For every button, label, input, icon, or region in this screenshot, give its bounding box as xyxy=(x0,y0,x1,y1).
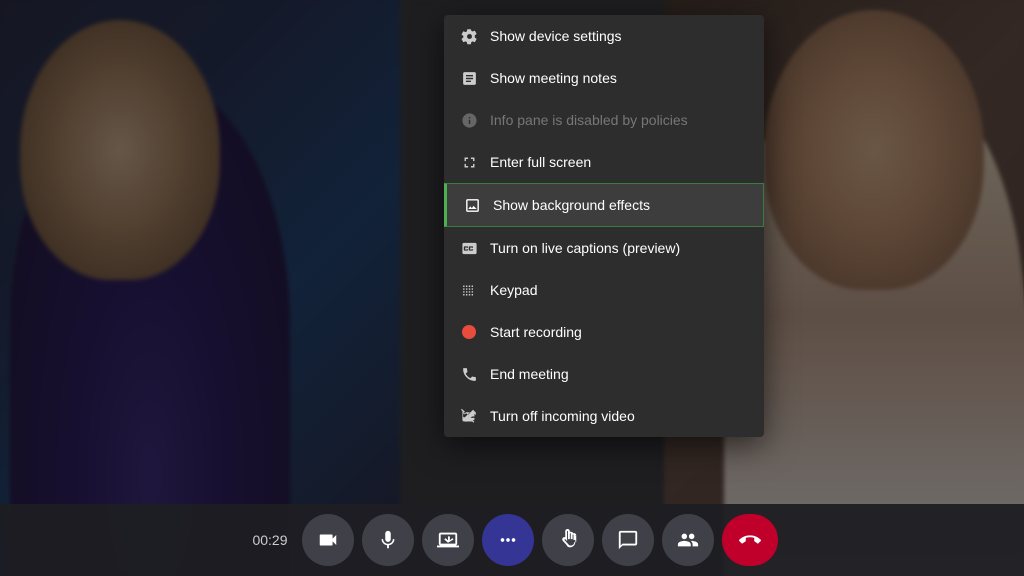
menu-label-end-meeting: End meeting xyxy=(490,366,569,382)
menu-item-turn-off-incoming-video[interactable]: Turn off incoming video xyxy=(444,395,764,437)
menu-label-info-pane: Info pane is disabled by policies xyxy=(490,112,688,128)
end-call-button[interactable] xyxy=(722,514,778,566)
menu-label-background-effects: Show background effects xyxy=(493,197,650,213)
context-menu: Show device settings Show meeting notes … xyxy=(444,15,764,437)
notes-icon xyxy=(460,69,478,87)
menu-label-meeting-notes: Show meeting notes xyxy=(490,70,617,86)
menu-item-enter-full-screen[interactable]: Enter full screen xyxy=(444,141,764,183)
info-icon xyxy=(460,111,478,129)
share-screen-button[interactable] xyxy=(422,514,474,566)
background-icon xyxy=(463,196,481,214)
video-button[interactable] xyxy=(302,514,354,566)
menu-item-live-captions[interactable]: Turn on live captions (preview) xyxy=(444,227,764,269)
gear-icon xyxy=(460,27,478,45)
menu-item-info-pane: Info pane is disabled by policies xyxy=(444,99,764,141)
menu-label-keypad: Keypad xyxy=(490,282,537,298)
menu-label-turn-off-video: Turn off incoming video xyxy=(490,408,635,424)
end-meeting-icon xyxy=(460,365,478,383)
raise-hand-button[interactable] xyxy=(542,514,594,566)
menu-item-show-device-settings[interactable]: Show device settings xyxy=(444,15,764,57)
fullscreen-icon xyxy=(460,153,478,171)
video-off-icon xyxy=(460,407,478,425)
menu-label-full-screen: Enter full screen xyxy=(490,154,591,170)
menu-label-live-captions: Turn on live captions (preview) xyxy=(490,240,680,256)
menu-label-start-recording: Start recording xyxy=(490,324,582,340)
menu-item-end-meeting[interactable]: End meeting xyxy=(444,353,764,395)
menu-item-background-effects[interactable]: Show background effects xyxy=(444,183,764,227)
menu-item-keypad[interactable]: Keypad xyxy=(444,269,764,311)
menu-item-show-meeting-notes[interactable]: Show meeting notes xyxy=(444,57,764,99)
participants-button[interactable] xyxy=(662,514,714,566)
more-options-button[interactable] xyxy=(482,514,534,566)
call-timer: 00:29 xyxy=(246,532,294,548)
menu-label-device-settings: Show device settings xyxy=(490,28,622,44)
toolbar: 00:29 xyxy=(0,504,1024,576)
keypad-icon xyxy=(460,281,478,299)
menu-item-start-recording[interactable]: Start recording xyxy=(444,311,764,353)
captions-icon xyxy=(460,239,478,257)
record-icon xyxy=(460,323,478,341)
mute-button[interactable] xyxy=(362,514,414,566)
chat-button[interactable] xyxy=(602,514,654,566)
